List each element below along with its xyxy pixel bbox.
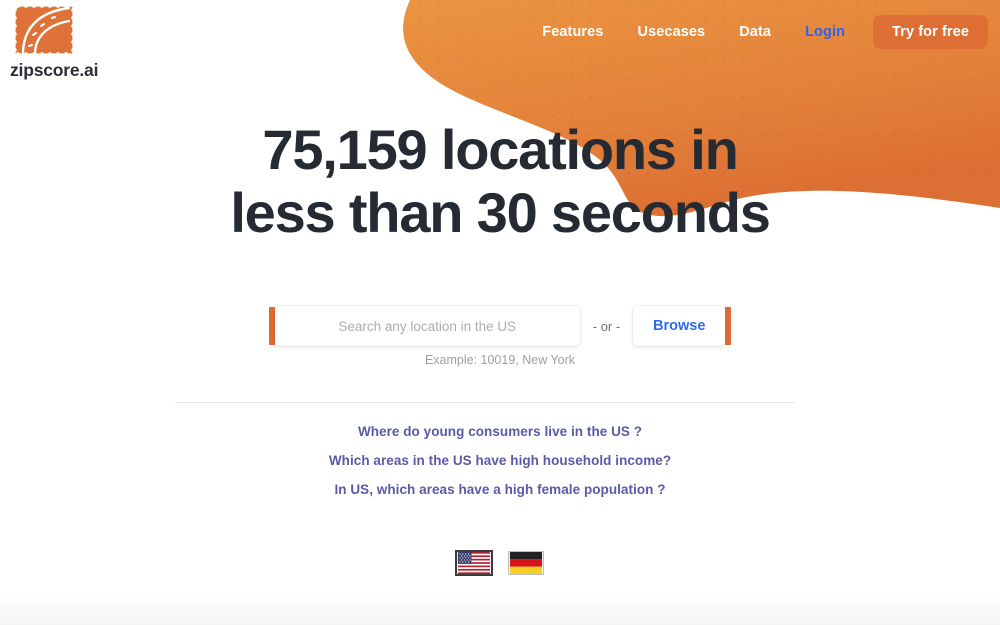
suggested-questions: Where do young consumers live in the US … (0, 424, 1000, 511)
language-selector (0, 552, 1000, 574)
browse-button[interactable]: Browse (633, 306, 726, 346)
headline-line-2: less than 30 seconds (230, 181, 771, 245)
nav-link-usecases[interactable]: Usecases (638, 24, 706, 40)
accent-bar-right (725, 307, 732, 345)
search-input[interactable] (274, 306, 580, 346)
section-divider (175, 402, 795, 403)
nav-link-login[interactable]: Login (805, 24, 845, 40)
page-root: zipscore.ai Features Usecases Data Login… (0, 0, 1000, 625)
nav-link-data[interactable]: Data (739, 24, 771, 40)
browse-button-label: Browse (653, 318, 706, 334)
flag-de[interactable] (509, 552, 543, 574)
or-separator: - or - (592, 318, 621, 334)
page-title: 75,159 locations in less than 30 seconds (0, 118, 1000, 245)
question-link-household-income[interactable]: Which areas in the US have high househol… (0, 453, 1000, 468)
question-link-young-consumers[interactable]: Where do young consumers live in the US … (0, 424, 1000, 439)
question-link-female-population[interactable]: In US, which areas have a high female po… (0, 482, 1000, 497)
search-example-hint: Example: 10019, New York (424, 353, 576, 367)
main-navigation: Features Usecases Data Login Try for fre… (0, 0, 1000, 64)
search-section: - or - Browse (0, 306, 1000, 346)
page-bottom-band (0, 597, 1000, 625)
headline-line-1: 75,159 locations in (262, 118, 738, 181)
search-box[interactable] (274, 306, 580, 346)
hero-section: 75,159 locations in less than 30 seconds (0, 118, 1000, 245)
try-for-free-button[interactable]: Try for free (873, 15, 988, 49)
flag-us[interactable] (457, 552, 491, 574)
nav-link-features[interactable]: Features (542, 24, 603, 40)
